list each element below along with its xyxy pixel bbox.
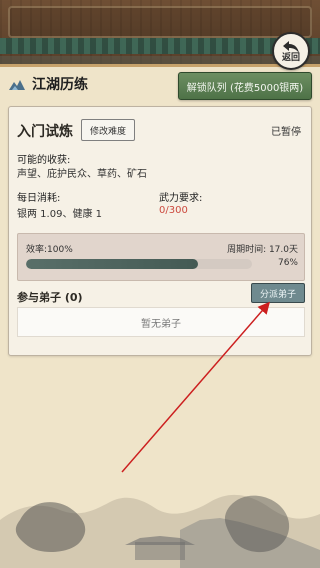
empty-text: 暂无弟子 (141, 318, 181, 330)
cycle-time-label: 周期时间: 17.0天 (227, 245, 298, 255)
power-requirement-label: 武力要求: (159, 193, 203, 204)
efficiency-panel: 效率:100% 周期时间: 17.0天 76% (17, 233, 305, 281)
participating-disciples-label: 参与弟子 (0) (17, 291, 83, 304)
back-label: 返回 (281, 53, 300, 63)
daily-cost-label: 每日消耗: (17, 193, 61, 204)
header-frame (8, 6, 312, 38)
back-button[interactable]: 返回 (272, 32, 310, 70)
rewards-label: 可能的收获: (17, 155, 71, 166)
trial-status: 已暂停 (271, 127, 301, 138)
change-difficulty-button[interactable]: 修改难度 (81, 119, 135, 141)
power-requirement-value: 0/300 (159, 205, 188, 216)
daily-cost-value: 银两 1.09、健康 1 (17, 209, 102, 220)
page-title-row: 江湖历练 (8, 72, 88, 96)
progress-percent: 76% (277, 258, 298, 268)
unlock-queue-button[interactable]: 解锁队列 (花费5000银两) (178, 72, 312, 100)
landscape-illustration (0, 494, 320, 568)
progress-bar (26, 259, 252, 269)
page-title: 江湖历练 (32, 77, 88, 93)
progress-fill (26, 259, 198, 269)
assign-disciples-button[interactable]: 分派弟子 (251, 283, 305, 303)
mountain-icon (9, 80, 25, 90)
disciples-empty-state: 暂无弟子 (17, 307, 305, 337)
rewards-value: 声望、庇护民众、草药、矿石 (17, 169, 147, 180)
trial-title: 入门试炼 (17, 124, 73, 140)
efficiency-label: 效率:100% (26, 245, 73, 255)
trial-card: 入门试炼 修改难度 已暂停 可能的收获: 声望、庇护民众、草药、矿石 每日消耗:… (8, 106, 312, 356)
